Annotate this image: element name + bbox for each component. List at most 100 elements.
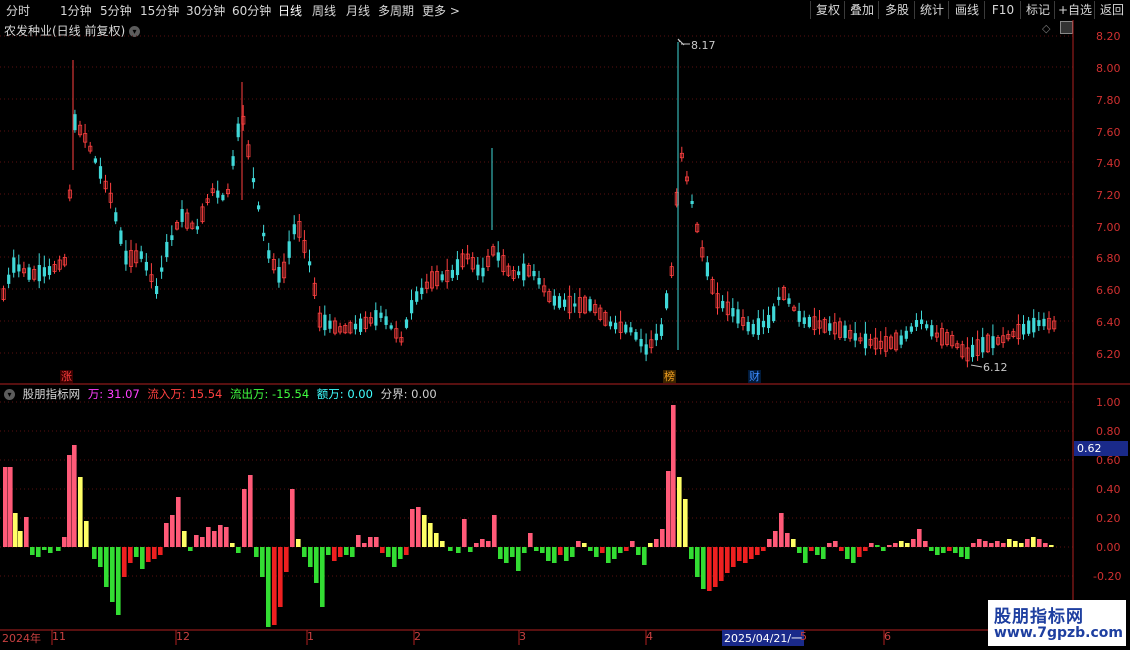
candle-body [1042,318,1046,327]
marker-ranking[interactable]: 榜 [663,370,676,383]
indicator-bar [164,523,169,547]
price-label: 7.20 [1096,189,1121,202]
indicator-bar [905,543,910,547]
indicator-bar [558,547,563,555]
indicator-bar [84,521,89,547]
marker-finance[interactable]: 财 [748,370,761,383]
indicator-bar [314,547,319,583]
candle-body [772,306,776,322]
candle-body [853,333,857,341]
indicator-bar [971,543,976,547]
candle-body [899,335,903,345]
candle-body [93,158,97,163]
price-label: 7.00 [1096,221,1121,234]
candle-body [731,308,735,317]
candle-body [705,262,709,277]
indicator-bar [929,547,934,551]
indicator-bar [845,547,850,559]
candle-body [1032,317,1036,333]
indicator-bar [368,537,373,547]
indicator-bar [582,543,587,547]
indicator-bar [887,545,892,547]
candle-body [12,257,16,273]
date-label: 1 [307,630,314,643]
indicator-bar [773,531,778,547]
candle-body [659,324,664,336]
candle-body [777,296,781,300]
indicator-bar [677,477,682,547]
indicator-bar [815,547,820,555]
indicator-bar [134,547,139,557]
indicator-bar [917,529,922,547]
chevron-down-icon[interactable]: ▾ [4,389,15,400]
candle-body [654,333,658,341]
indicator-bar [308,547,313,567]
candle-body [904,330,908,339]
indicator-field-inflow: 流入万: 15.54 [147,387,223,401]
candle-body [563,299,567,307]
candle-body [292,224,296,235]
indicator-axis-label: 0.80 [1096,425,1121,438]
candle-body [802,317,806,324]
indicator-bar [839,547,844,551]
indicator-name: 股朋指标网 [22,387,81,401]
indicator-bar [660,529,665,547]
candle-body [7,274,11,284]
indicator-bar [18,531,23,547]
price-label: 7.60 [1096,126,1121,139]
indicator-bar [272,547,277,625]
indicator-bar [92,547,97,559]
candle-body [139,251,143,259]
low-leader-line [970,364,983,368]
candle-body [450,269,454,278]
indicator-bar [642,547,647,565]
price-label: 8.00 [1096,62,1121,75]
indicator-bar [857,547,862,557]
indicator-bar [869,543,874,547]
indicator-bar [797,547,802,553]
candle-body [287,241,291,258]
indicator-bar [374,537,379,547]
indicator-bar [320,547,325,607]
marker-limit-up[interactable]: 涨 [60,370,73,383]
indicator-bar [1019,543,1024,547]
candle-body [863,333,868,349]
date-label: 6 [884,630,891,643]
candle-body [384,316,388,325]
indicator-bar [128,547,133,563]
kline-chart[interactable]: 8.20 8.00 7.80 7.60 7.40 7.20 7.00 6.80 … [0,0,1130,650]
indicator-bar [755,547,760,555]
indicator-bar [206,527,211,547]
indicator-bar [344,547,349,555]
indicator-bar [833,541,838,547]
indicator-bar [8,467,13,547]
price-label: 7.80 [1096,94,1121,107]
date-label: 5 [800,630,807,643]
candle-body [221,194,225,201]
candle-body [767,314,771,329]
indicator-bar [911,539,916,547]
indicator-bar [959,547,964,557]
indicator-bar [434,533,439,547]
indicator-bar [218,525,223,547]
indicator-bar [13,513,18,547]
indicator-bar [296,539,301,547]
candle-body [629,327,633,333]
indicator-bar [827,543,832,547]
indicator-field-amount: 额万: 0.00 [316,387,373,401]
indicator-bar [176,497,181,547]
indicator-field-boundary: 分界: 0.00 [380,387,437,401]
indicator-bar [689,547,694,559]
marker-text: 财 [749,370,760,383]
indicator-bar [332,547,337,561]
candle-body [522,263,526,281]
indicator-bar [486,541,491,547]
date-label: 2024年 [2,632,41,645]
indicator-field-outflow: 流出万: -15.54 [230,387,310,401]
candle-body [537,278,541,285]
candle-body [981,337,985,353]
candle-body [27,267,31,280]
candle-body [761,320,766,328]
indicator-bar [56,547,61,551]
candle-body [909,326,913,332]
